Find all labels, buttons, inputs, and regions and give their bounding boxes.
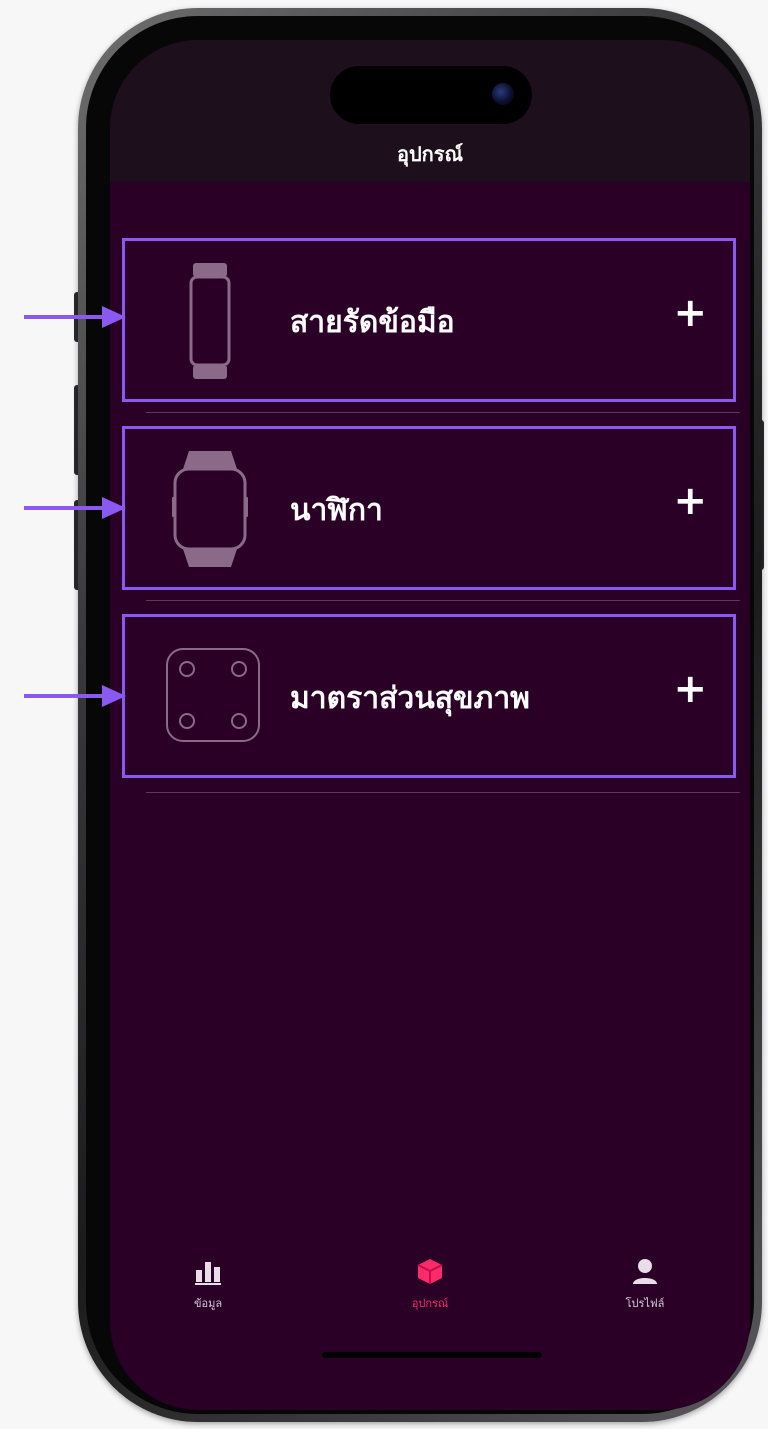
add-icon[interactable]: + <box>673 293 707 333</box>
tab-label: ข้อมูล <box>193 1297 223 1310</box>
device-row-scale[interactable]: มาตราส่วนสุขภาพ + <box>122 614 736 778</box>
scale-icon <box>166 648 260 742</box>
device-label: มาตราส่วนสุขภาพ <box>290 681 530 716</box>
device-row-wristband[interactable]: สายรัดข้อมือ + <box>122 238 736 402</box>
page-title: อุปกรณ์ <box>396 142 464 166</box>
device-label: สายรัดข้อมือ <box>290 305 455 340</box>
tab-label: โปรไฟล์ <box>625 1297 665 1310</box>
screenshot-canvas: อุปกรณ์ สายรัดข้อมือ + นาฬิกา + มาตราส่ว… <box>0 0 768 1429</box>
tab-profile[interactable]: โปรไฟล์ <box>585 1236 705 1312</box>
app-header: อุปกรณ์ <box>110 40 750 182</box>
devices-icon <box>417 1259 443 1284</box>
divider <box>146 792 740 793</box>
add-icon[interactable]: + <box>673 481 707 521</box>
divider <box>146 412 740 413</box>
tab-label: อุปกรณ์ <box>411 1297 449 1310</box>
divider <box>146 600 740 601</box>
wristband-icon <box>189 263 231 379</box>
device-label: นาฬิกา <box>290 493 383 528</box>
tab-devices[interactable]: อุปกรณ์ <box>370 1236 490 1312</box>
watch-icon <box>172 451 248 567</box>
add-icon[interactable]: + <box>673 669 707 709</box>
dynamic-island <box>330 66 532 124</box>
bar-chart-icon <box>195 1262 221 1285</box>
device-row-watch[interactable]: นาฬิกา + <box>122 426 736 590</box>
annotation-arrow-icon <box>24 306 126 328</box>
annotation-arrow-icon <box>24 497 126 519</box>
camera-icon <box>492 83 514 105</box>
tab-data[interactable]: ข้อมูล <box>148 1236 268 1312</box>
app-screen: อุปกรณ์ สายรัดข้อมือ + นาฬิกา + มาตราส่ว… <box>110 40 750 1410</box>
home-indicator <box>322 1352 542 1358</box>
annotation-arrow-icon <box>24 685 126 707</box>
bottom-tab-bar: ข้อมูล อุปกรณ์ โปรไฟล์ <box>110 1236 750 1410</box>
profile-icon <box>633 1259 657 1284</box>
